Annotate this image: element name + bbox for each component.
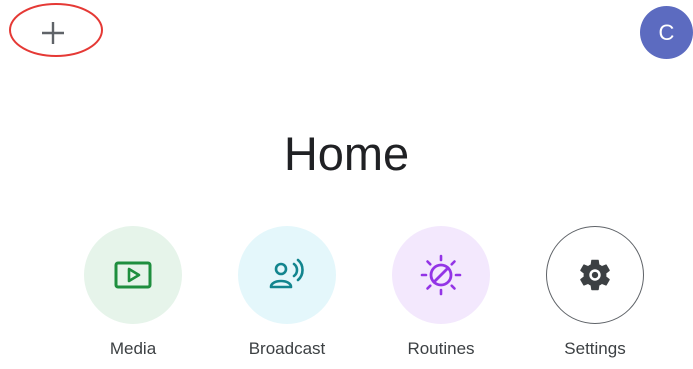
plus-icon — [42, 22, 64, 44]
routines-circle — [392, 226, 490, 324]
settings-circle — [546, 226, 644, 324]
media-label: Media — [109, 339, 157, 358]
quick-actions: Media Broadcast Routines Settings — [0, 226, 693, 366]
routines-label: Routines — [407, 339, 475, 358]
gear-icon — [580, 259, 610, 291]
add-button[interactable] — [22, 13, 84, 53]
avatar-initial: C — [658, 19, 675, 45]
page-title: Home — [283, 127, 410, 180]
settings-label: Settings — [564, 339, 626, 358]
broadcast-icon — [269, 258, 304, 289]
play-video-icon — [114, 261, 152, 289]
media-circle — [84, 226, 182, 324]
avatar[interactable]: C — [640, 6, 693, 59]
broadcast-button[interactable]: Broadcast — [222, 226, 352, 360]
home-screen: C Home Media Broadcast Routines Settings — [0, 0, 693, 369]
routines-button[interactable]: Routines — [376, 226, 506, 360]
routines-icon — [420, 254, 462, 296]
broadcast-circle — [238, 226, 336, 324]
broadcast-label: Broadcast — [248, 339, 326, 358]
settings-button[interactable]: Settings — [530, 226, 660, 360]
media-button[interactable]: Media — [68, 226, 198, 360]
